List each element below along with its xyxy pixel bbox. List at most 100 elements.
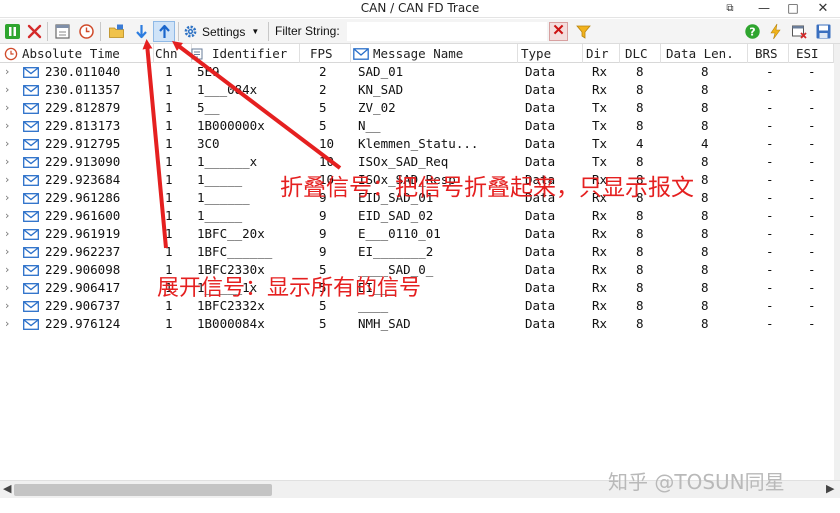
toolbar-separator — [100, 22, 101, 41]
id-column-icon — [191, 48, 203, 60]
column-header-identifier[interactable]: Identifier — [212, 44, 300, 63]
cell-type: Data — [525, 280, 556, 295]
scrollbar-thumb[interactable] — [14, 484, 272, 496]
cell-brs: - — [766, 82, 774, 97]
column-header-fps[interactable]: FPS — [301, 44, 351, 63]
svg-text:?: ? — [749, 26, 755, 39]
scroll-left-icon[interactable]: ◀ — [3, 482, 11, 495]
envelope-icon — [23, 85, 39, 96]
expand-row-icon[interactable]: › — [5, 135, 15, 153]
expand-row-icon[interactable]: › — [5, 153, 15, 171]
scroll-right-icon[interactable]: ▶ — [826, 482, 834, 495]
pause-icon[interactable] — [4, 23, 21, 40]
toolbar-separator — [178, 22, 179, 41]
table-row[interactable]: › 229.813173 1 1B000000x 5 N__ Data Tx 8 8 - - — [0, 117, 835, 135]
expand-row-icon[interactable]: › — [5, 99, 15, 117]
restore-button[interactable]: ⧉ — [721, 1, 739, 16]
column-header-channel[interactable]: Chn — [155, 44, 192, 63]
close-window-button[interactable]: ✕ — [814, 1, 832, 16]
help-icon[interactable]: ? — [744, 23, 761, 40]
filter-input[interactable] — [347, 22, 547, 41]
column-header-dir[interactable]: Dir — [584, 44, 620, 63]
table-row[interactable]: › 229.961919 1 1BFC__20x 9 E___0110_01 Data Rx 8… — [0, 225, 835, 243]
cell-message-name: SAD_01 — [358, 64, 404, 79]
expand-row-icon[interactable]: › — [5, 225, 15, 243]
filter-icon[interactable] — [575, 23, 592, 40]
save-icon[interactable] — [815, 23, 832, 40]
cell-data-len: 8 — [701, 190, 709, 205]
table-row[interactable]: › 229.962237 1 1BFC______ 9 EI_______2 Data Rx 8… — [0, 243, 835, 261]
expand-row-icon[interactable]: › — [5, 315, 15, 333]
cell-identifier: 1_____ — [197, 208, 243, 223]
column-header-data-len[interactable]: Data Len. — [662, 44, 748, 63]
cell-dir: Rx — [592, 64, 608, 79]
cell-fps: 5 — [319, 118, 327, 133]
column-header-dlc[interactable]: DLC — [621, 44, 661, 63]
clear-icon[interactable] — [26, 23, 43, 40]
cell-data-len: 8 — [701, 118, 709, 133]
table-row[interactable]: › 229.812879 1 5__ 5 ZV_02 Data Tx 8 8 - - — [0, 99, 835, 117]
cell-dlc: 8 — [636, 298, 644, 313]
cell-brs: - — [766, 154, 774, 169]
envelope-icon — [23, 103, 39, 114]
expand-row-icon[interactable]: › — [5, 171, 15, 189]
minimize-button[interactable]: — — [755, 1, 773, 16]
column-header-type[interactable]: Type — [519, 44, 583, 63]
cell-time: 229.813173 — [45, 118, 121, 133]
cell-identifier: 1B000084x — [197, 316, 265, 331]
lightning-icon[interactable] — [767, 23, 784, 40]
column-header-brs[interactable]: BRS — [749, 44, 789, 63]
table-row[interactable]: › 229.976124 1 1B000084x 5 NMH_SAD Data Rx 8 8 - - — [0, 315, 835, 333]
cell-identifier: 1BFC__20x — [197, 226, 265, 241]
cell-time: 229.962237 — [45, 244, 121, 259]
expand-row-icon[interactable]: › — [5, 261, 15, 279]
trace-mode-icon[interactable] — [54, 23, 71, 40]
expand-row-icon[interactable]: › — [5, 117, 15, 135]
cell-channel: 1 — [165, 172, 173, 187]
folder-icon[interactable] — [108, 23, 125, 40]
cell-channel: 1 — [165, 64, 173, 79]
expand-row-icon[interactable]: › — [5, 63, 15, 81]
expand-row-icon[interactable]: › — [5, 207, 15, 225]
clock-icon[interactable] — [78, 23, 95, 40]
settings-button[interactable]: Settings ▼ — [183, 22, 259, 41]
cell-dlc: 4 — [636, 136, 644, 151]
cell-type: Data — [525, 262, 556, 277]
cell-brs: - — [766, 100, 774, 115]
collapse-signals-button[interactable] — [153, 21, 175, 42]
table-row[interactable]: › 230.011357 1 1___084x 2 KN_SAD Data Rx 8 8 - - — [0, 81, 835, 99]
envelope-icon — [23, 301, 39, 312]
cell-dlc: 8 — [636, 208, 644, 223]
cell-data-len: 8 — [701, 280, 709, 295]
cell-time: 229.906737 — [45, 298, 121, 313]
window-close-list-icon[interactable] — [791, 23, 808, 40]
maximize-button[interactable]: □ — [784, 1, 802, 16]
cell-esi: - — [808, 298, 816, 313]
envelope-icon — [23, 175, 39, 186]
table-row[interactable]: › 229.912795 1 3C0 10 Klemmen_Statu... Data Tx 4… — [0, 135, 835, 153]
expand-signals-icon[interactable] — [133, 23, 150, 40]
column-header-time[interactable]: Absolute Time — [22, 44, 154, 63]
cell-esi: - — [808, 190, 816, 205]
cell-brs: - — [766, 316, 774, 331]
table-row[interactable]: › 230.011040 1 5E9 2 SAD_01 Data Rx 8 8 - - — [0, 63, 835, 81]
cell-channel: 1 — [165, 208, 173, 223]
vertical-scrollbar[interactable] — [834, 44, 840, 480]
filter-clear-button[interactable]: ✕ — [549, 22, 568, 41]
cell-message-name: N__ — [358, 118, 381, 133]
cell-message-name: E___0110_01 — [358, 226, 441, 241]
cell-esi: - — [808, 244, 816, 259]
cell-time: 229.913090 — [45, 154, 121, 169]
envelope-icon — [23, 247, 39, 258]
expand-row-icon[interactable]: › — [5, 297, 15, 315]
cell-dlc: 8 — [636, 100, 644, 115]
expand-row-icon[interactable]: › — [5, 243, 15, 261]
expand-row-icon[interactable]: › — [5, 279, 15, 297]
expand-row-icon[interactable]: › — [5, 189, 15, 207]
table-row[interactable]: › 229.961600 1 1_____ 9 EID_SAD_02 Data Rx 8 8 - - — [0, 207, 835, 225]
column-header-esi[interactable]: ESI — [790, 44, 834, 63]
cell-esi: - — [808, 136, 816, 151]
column-header-message-name[interactable]: Message Name — [373, 44, 518, 63]
collapse-annotation: 折叠信号：把信号折叠起来，只显示报文 — [280, 175, 694, 201]
expand-row-icon[interactable]: › — [5, 81, 15, 99]
